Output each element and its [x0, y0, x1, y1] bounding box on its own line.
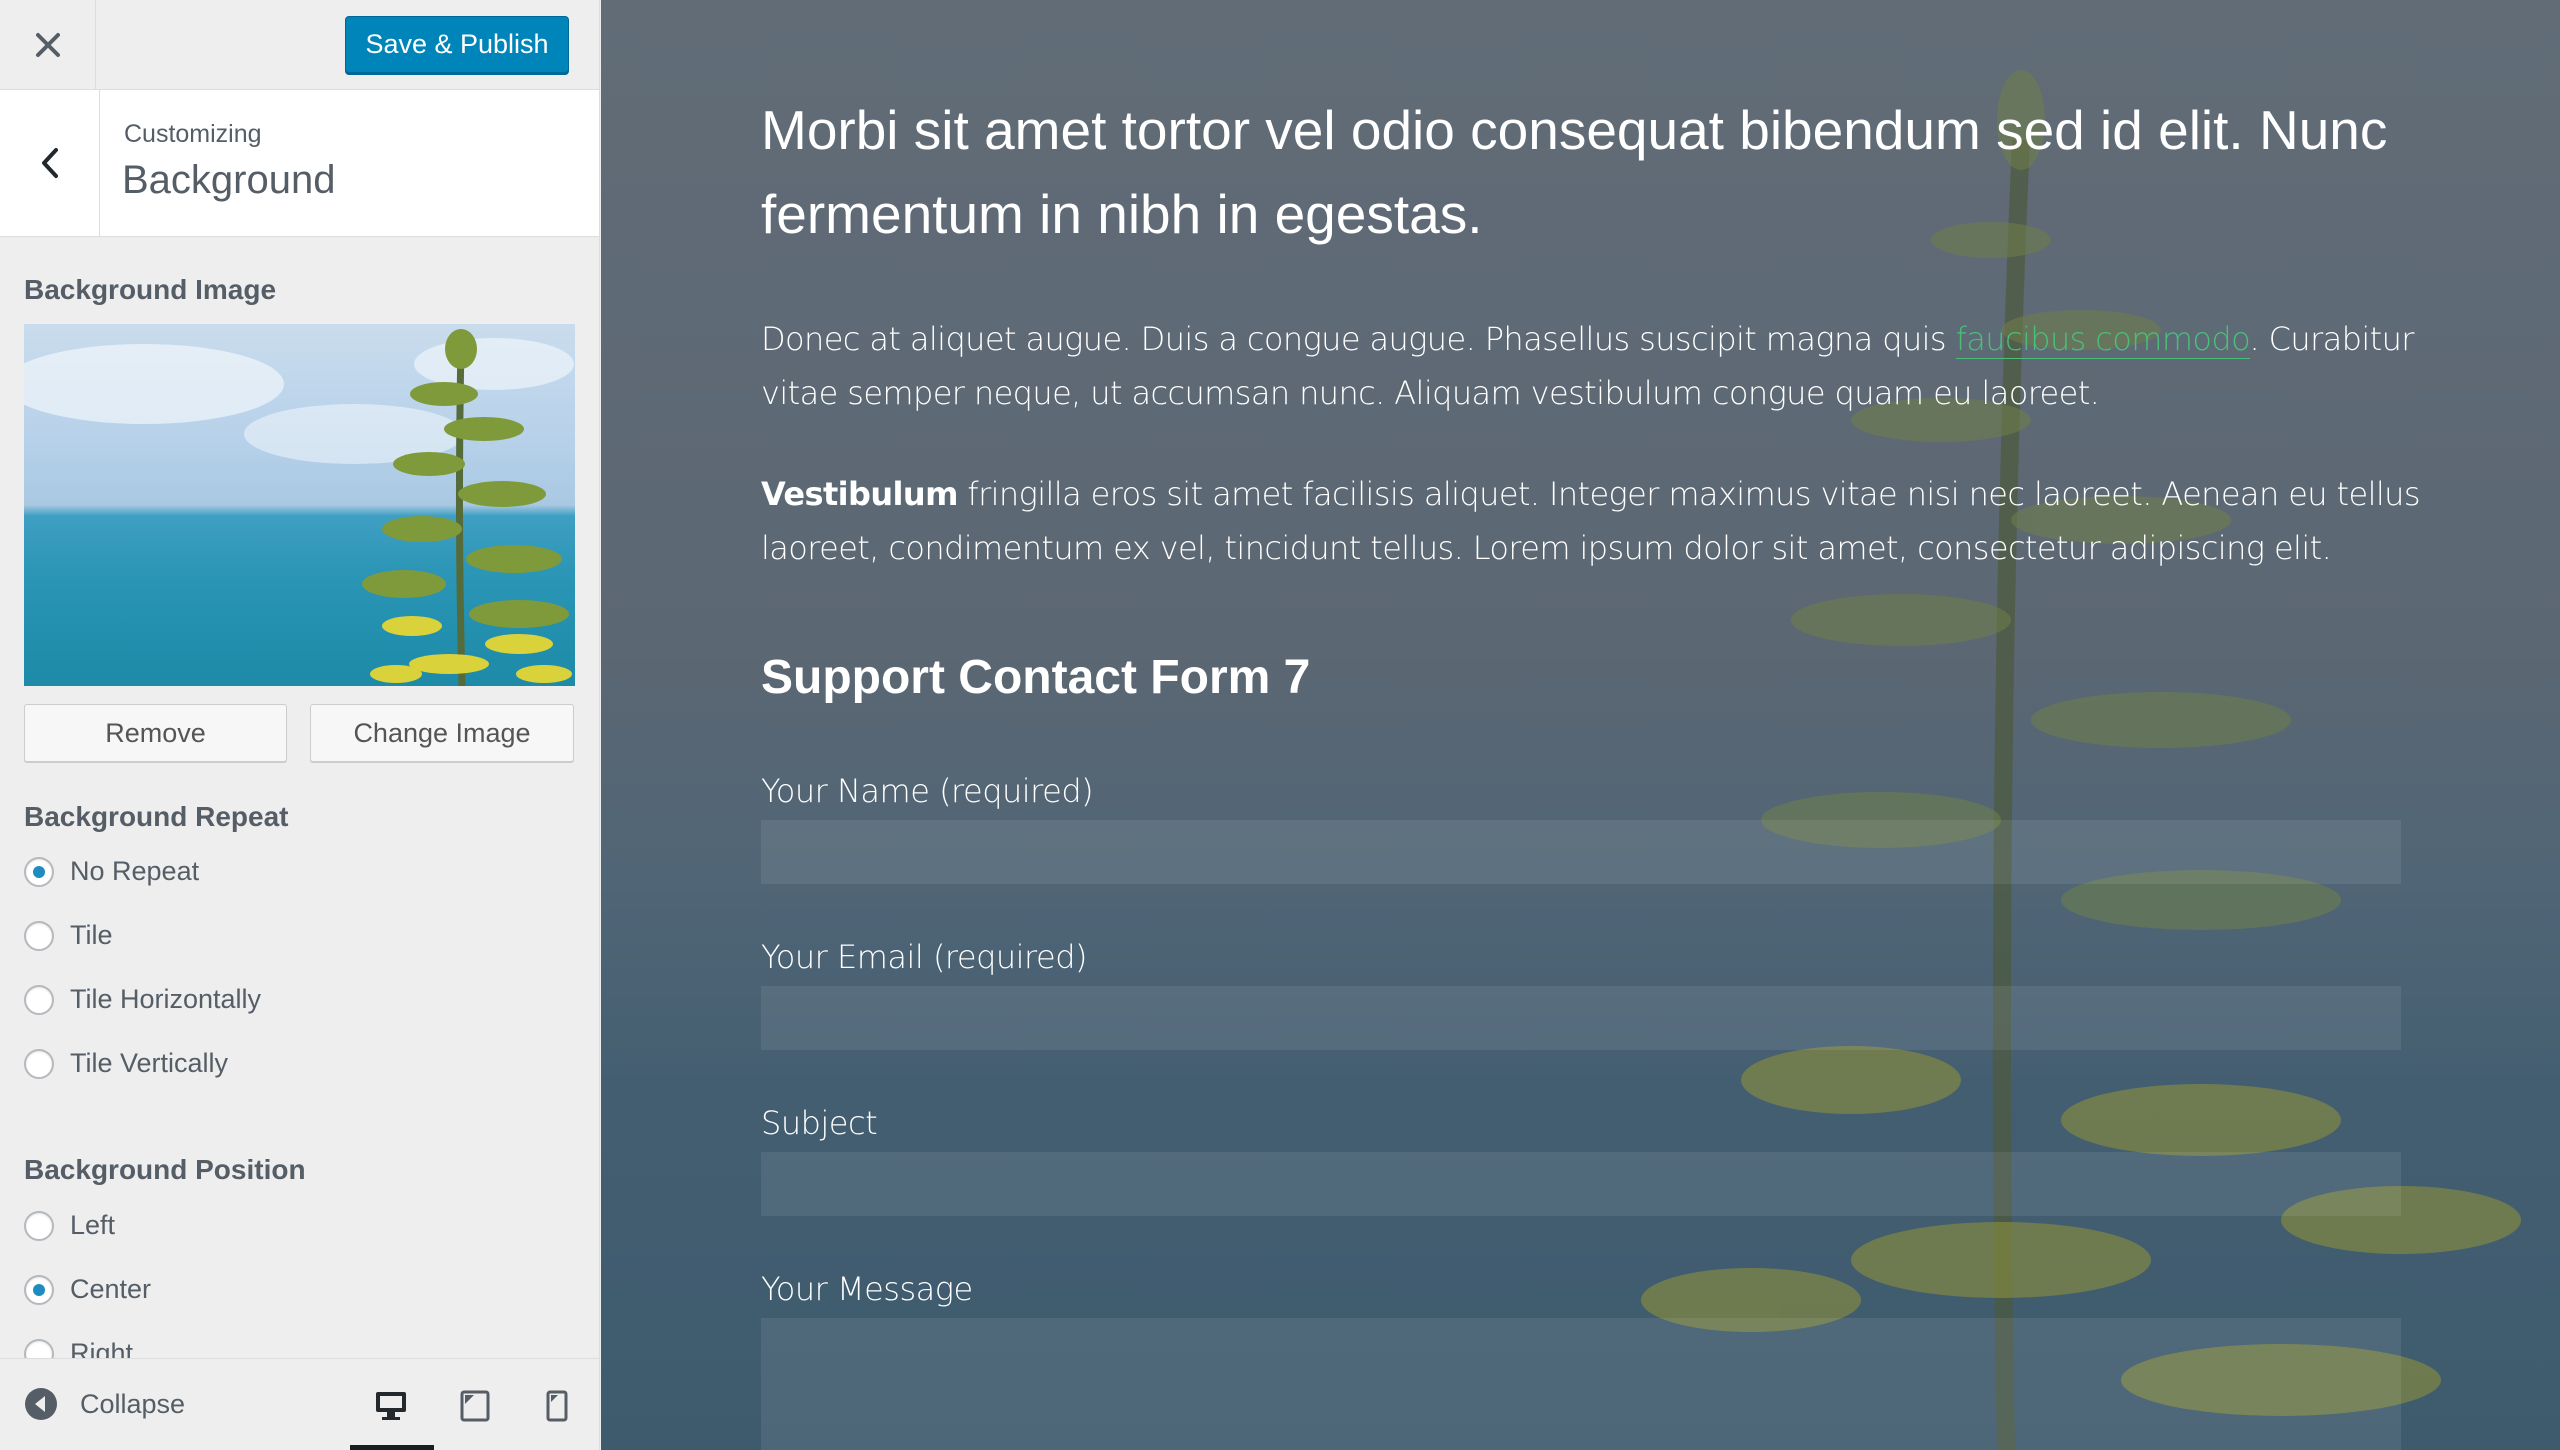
radio-no-repeat[interactable]: No Repeat — [24, 856, 199, 887]
intro-text: Morbi sit amet tortor vel odio consequat… — [761, 99, 2388, 245]
customizer-footer: Collapse — [0, 1358, 599, 1450]
radio-left[interactable]: Left — [24, 1210, 115, 1241]
radio-label: Tile Vertically — [70, 1048, 229, 1078]
close-icon — [35, 32, 60, 57]
radio-label: Tile — [70, 920, 113, 950]
remove-image-button[interactable]: Remove — [24, 704, 287, 762]
radio-label: No Repeat — [70, 856, 200, 886]
faucibus-link[interactable]: faucibus commodo — [1955, 320, 2250, 359]
customizer-sidebar: Save & Publish Customizing Background Ba… — [0, 0, 600, 1450]
name-field-label: Your Name (required) — [761, 772, 1094, 810]
preview-mobile-button[interactable] — [532, 1381, 582, 1431]
radio-label: Center — [70, 1274, 152, 1304]
radio-tile-horizontally[interactable]: Tile Horizontally — [24, 984, 261, 1015]
controls-panel[interactable]: Background Image Remove Change Image Bac… — [0, 238, 599, 1358]
radio-checked-dot — [33, 865, 45, 878]
page-title: Background — [122, 158, 336, 202]
radio-checked-dot — [33, 1283, 45, 1296]
radio-button[interactable] — [24, 1048, 54, 1079]
paragraph-text: fringilla eros sit amet facilisis alique… — [761, 475, 2421, 567]
collapse-label: Collapse — [80, 1388, 186, 1419]
customizer-header: Save & Publish — [0, 0, 599, 90]
collapse-arrow-icon — [25, 1388, 57, 1420]
background-position-title: Background Position — [24, 1154, 306, 1185]
background-image-thumbnail — [24, 324, 575, 686]
radio-button[interactable] — [24, 920, 54, 951]
mobile-icon — [546, 1390, 568, 1422]
active-device-indicator — [350, 1445, 434, 1450]
radio-label: Right — [70, 1338, 134, 1358]
form-title: Support Contact Form 7 — [761, 651, 1311, 704]
radio-button[interactable] — [24, 1274, 54, 1305]
radio-label: Tile Horizontally — [70, 984, 262, 1014]
chevron-left-icon — [41, 148, 58, 178]
radio-button[interactable] — [24, 1338, 54, 1358]
radio-button[interactable] — [24, 984, 54, 1015]
preview-desktop-button[interactable] — [366, 1381, 416, 1431]
paragraph-bold-text: Vestibulum — [761, 475, 958, 513]
paragraph-2: Vestibulum fringilla eros sit amet facil… — [761, 467, 2441, 575]
name-field[interactable] — [761, 820, 2401, 884]
change-image-button[interactable]: Change Image — [310, 704, 574, 762]
section-header: Customizing Background — [0, 90, 599, 237]
paragraph-text: Donec at aliquet augue. Duis a congue au… — [761, 320, 1956, 358]
collapse-button[interactable]: Collapse — [24, 1387, 185, 1421]
radio-button[interactable] — [24, 856, 54, 887]
email-field[interactable] — [761, 986, 2401, 1050]
close-button[interactable] — [0, 0, 96, 89]
subject-field[interactable] — [761, 1152, 2401, 1216]
radio-tile[interactable]: Tile — [24, 920, 113, 951]
subject-field-label: Subject — [761, 1104, 878, 1142]
tree-image — [24, 329, 574, 686]
message-field-label: Your Message — [761, 1270, 973, 1308]
radio-right[interactable]: Right — [24, 1338, 133, 1358]
site-preview[interactable]: Morbi sit amet tortor vel odio consequat… — [601, 0, 2560, 1450]
radio-tile-vertically[interactable]: Tile Vertically — [24, 1048, 228, 1079]
customizing-label: Customizing — [124, 120, 262, 148]
radio-button[interactable] — [24, 1210, 54, 1241]
background-repeat-title: Background Repeat — [24, 801, 289, 832]
preview-tablet-button[interactable] — [450, 1381, 500, 1431]
tablet-icon — [460, 1390, 490, 1422]
background-image-title: Background Image — [24, 274, 277, 305]
email-field-label: Your Email (required) — [761, 938, 1087, 976]
paragraph-1: Donec at aliquet augue. Duis a congue au… — [761, 312, 2441, 420]
back-button[interactable] — [0, 90, 100, 236]
desktop-icon — [376, 1392, 406, 1420]
save-publish-button[interactable]: Save & Publish — [345, 16, 569, 73]
message-field[interactable] — [761, 1318, 2401, 1450]
radio-label: Left — [70, 1210, 116, 1240]
radio-center[interactable]: Center — [24, 1274, 151, 1305]
